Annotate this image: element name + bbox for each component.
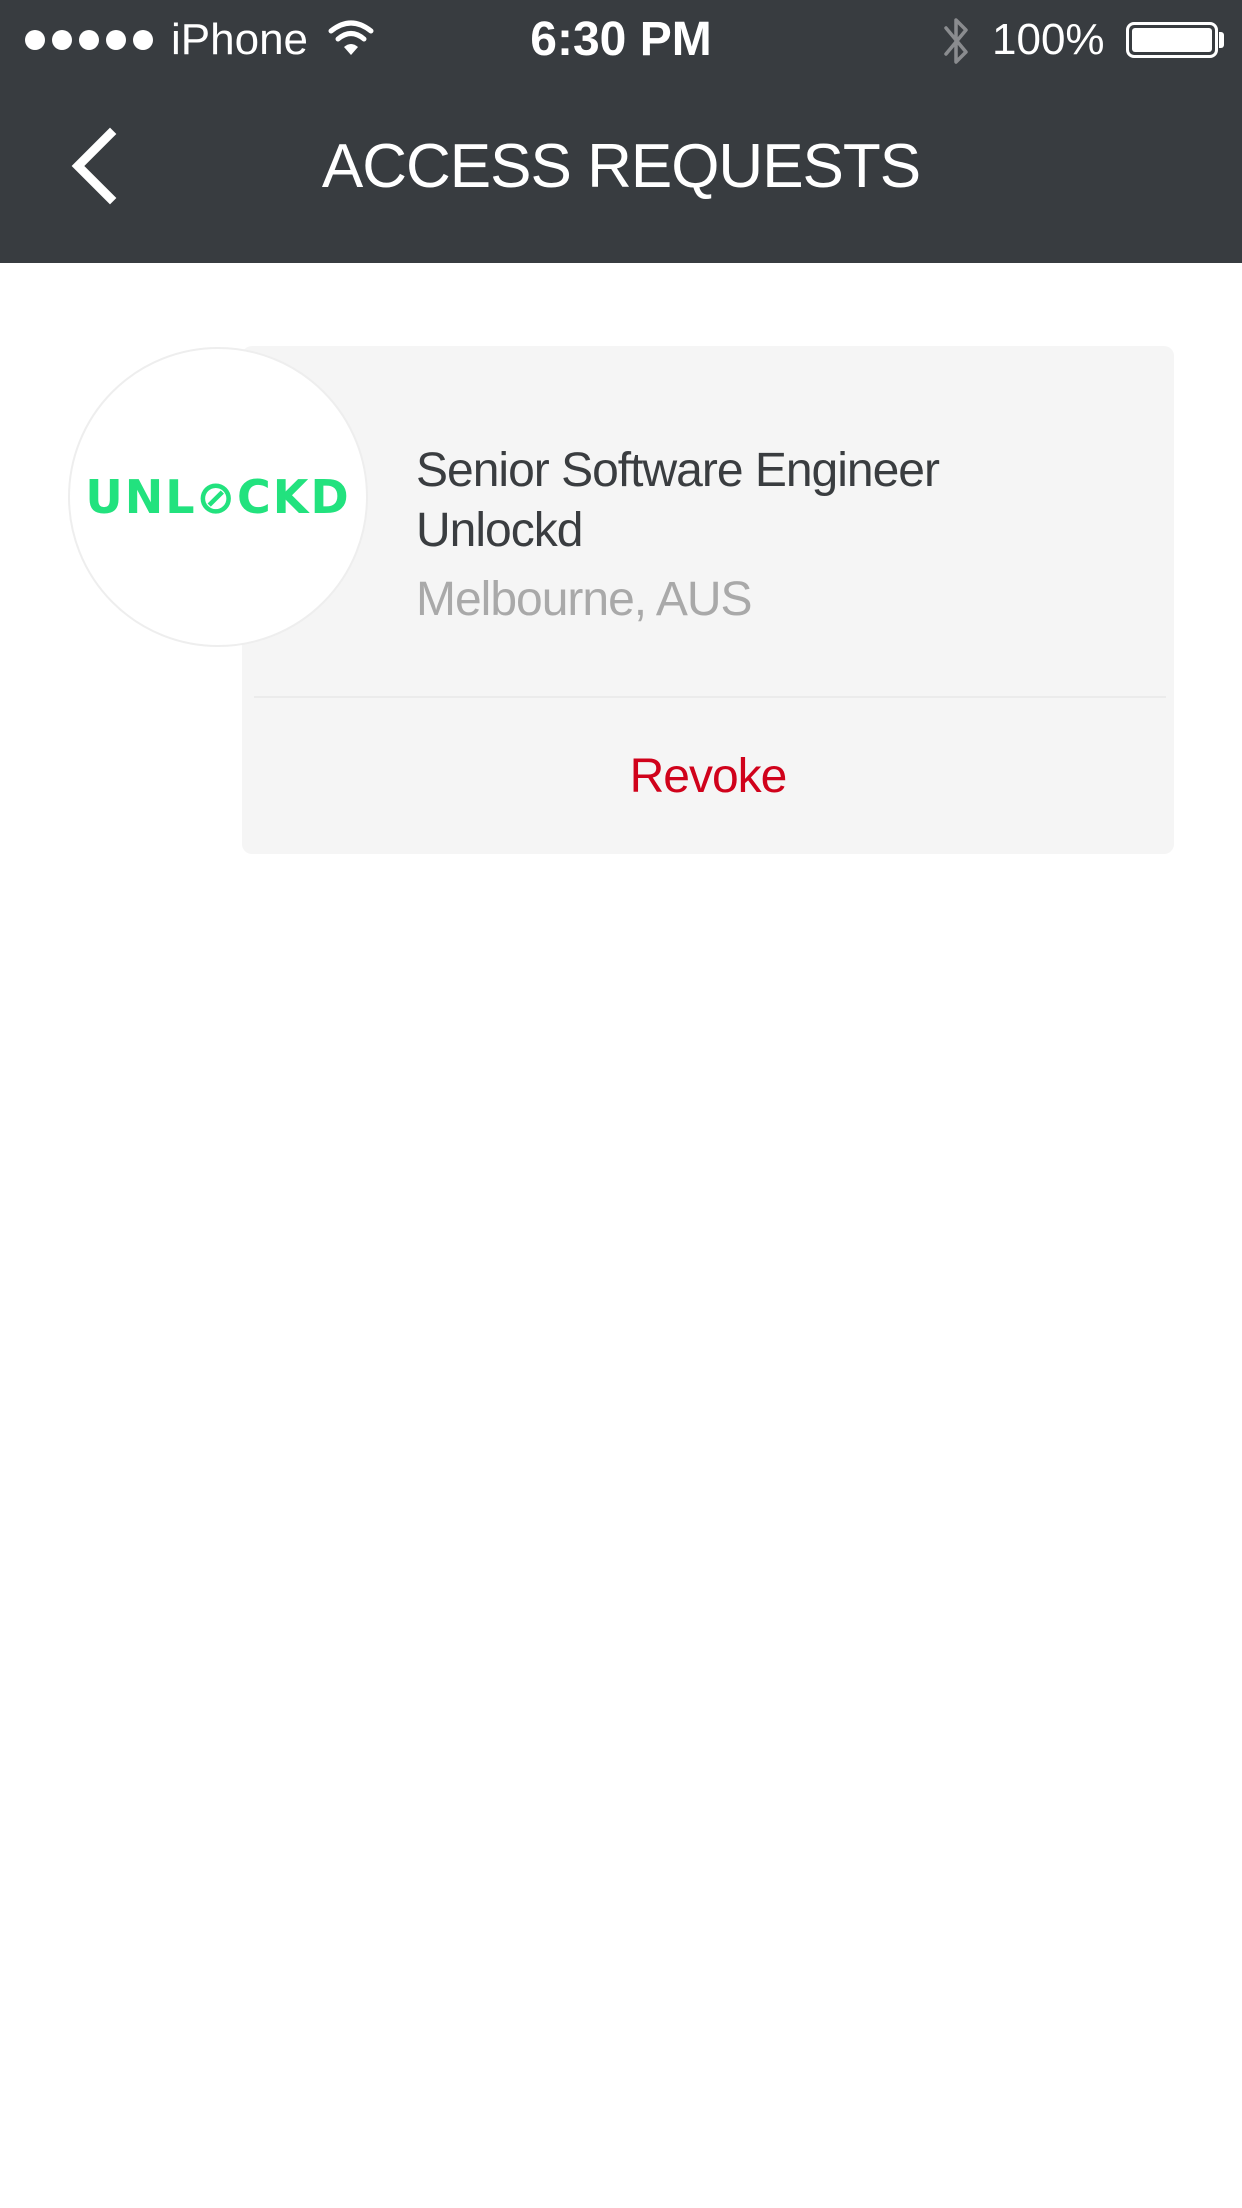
job-title: Senior Software Engineer [416, 444, 940, 497]
revoke-label: Revoke [629, 749, 788, 803]
status-bar: iPhone 6:30 PM 100% [0, 0, 1242, 80]
battery-tip [1219, 32, 1224, 48]
battery-icon [1126, 22, 1218, 58]
revoke-button[interactable]: Revoke [242, 698, 1174, 854]
battery-percent: 100% [992, 15, 1105, 64]
page-title: ACCESS REQUESTS [321, 132, 921, 201]
bluetooth-icon [944, 18, 968, 64]
app-header: iPhone 6:30 PM 100% ACCESS REQUESTS [0, 0, 1242, 263]
job-location: Melbourne, AUS [416, 573, 753, 626]
company-logo-avatar: UNL⊘CKD [68, 347, 368, 647]
company-logo: UNL⊘CKD [85, 470, 351, 524]
company-name: Unlockd [416, 504, 583, 557]
